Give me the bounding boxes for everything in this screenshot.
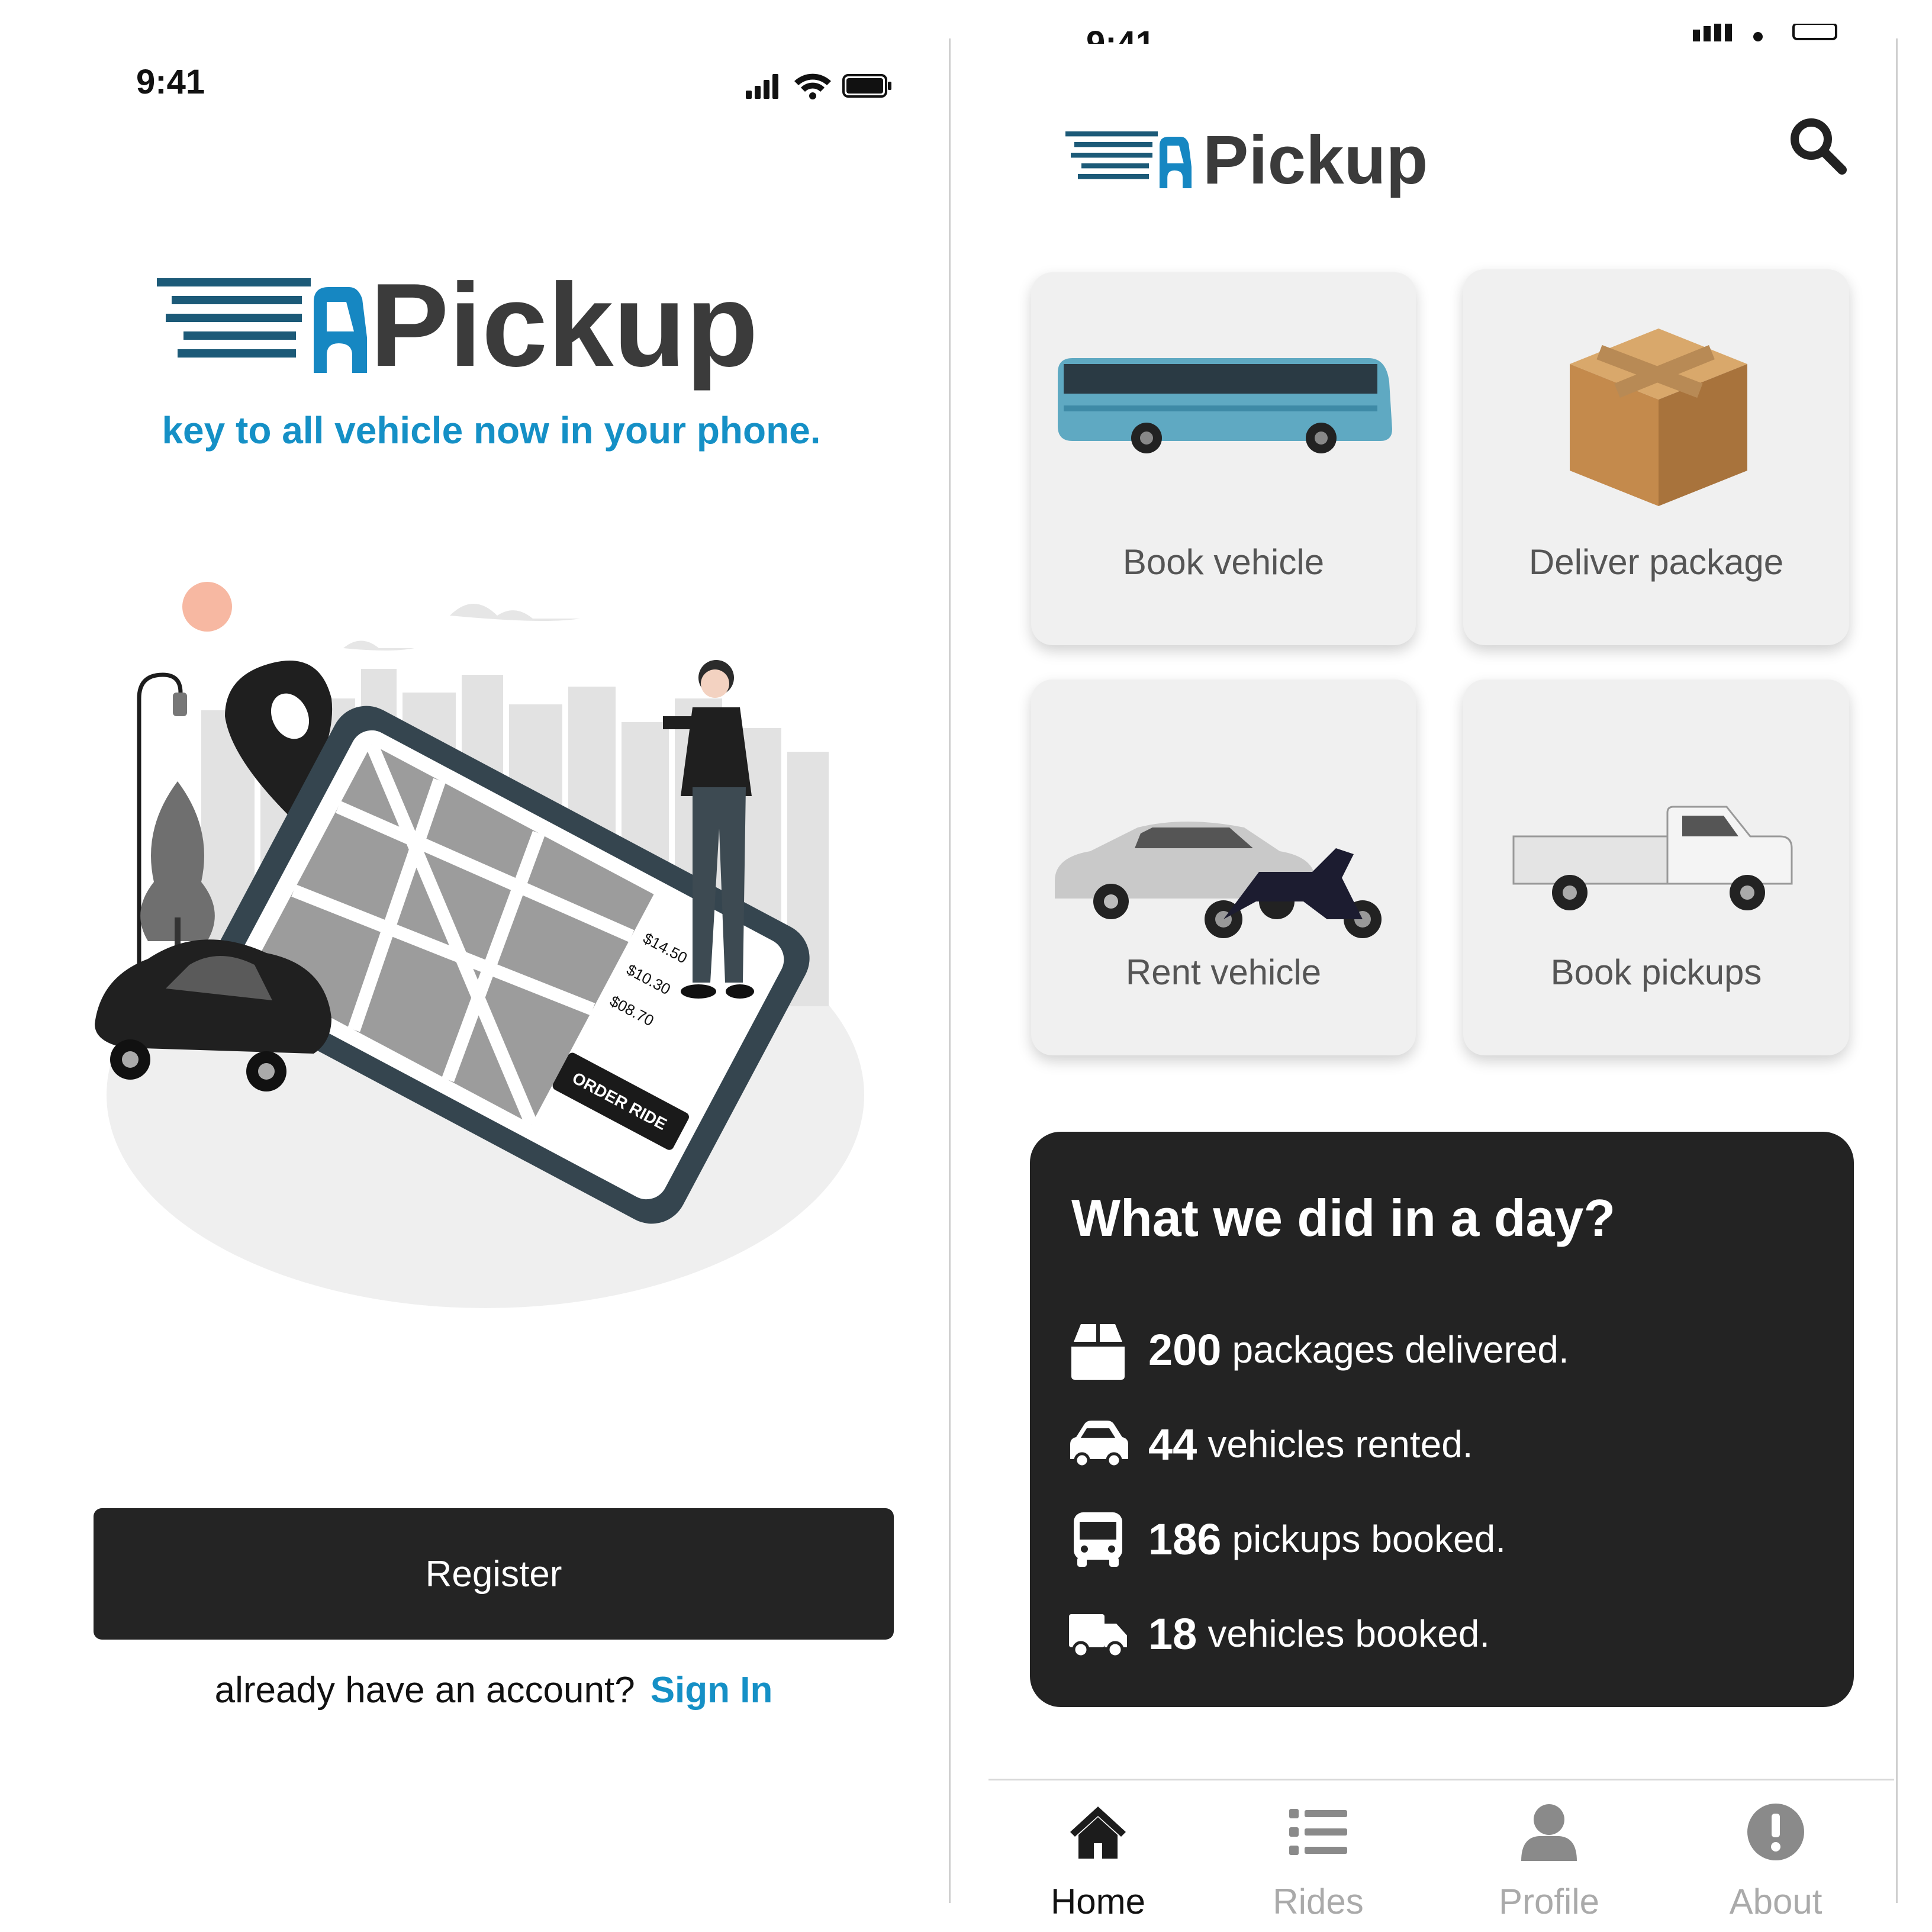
info-icon: [1747, 1804, 1804, 1860]
service-card-deliver-package[interactable]: Deliver package: [1463, 269, 1849, 645]
stat-row-booked: 18 vehicles booked.: [1065, 1598, 1490, 1669]
stat-text: vehicles rented.: [1208, 1423, 1473, 1466]
stat-text: packages delivered.: [1232, 1328, 1569, 1371]
service-card-label: Deliver package: [1528, 542, 1784, 582]
stat-row-packages: 200 packages delivered.: [1065, 1314, 1569, 1385]
search-icon[interactable]: [1788, 115, 1847, 175]
stat-value: 186: [1148, 1514, 1222, 1564]
pickup-truck-image: [1512, 806, 1793, 910]
status-time: 9:41: [136, 63, 205, 101]
ride-booking-illustration: $14.50 $10.30 $08.70 ORDER RIDE: [95, 582, 864, 1308]
service-card-book-vehicle[interactable]: Book vehicle: [1031, 272, 1416, 645]
stat-row-rented: 44 vehicles rented.: [1065, 1409, 1473, 1480]
account-prompt-text: already have an account?: [214, 1670, 635, 1711]
service-card-rent-vehicle[interactable]: Rent vehicle: [1031, 680, 1416, 1055]
sign-in-link[interactable]: Sign In: [651, 1670, 773, 1711]
stat-value: 44: [1148, 1419, 1197, 1469]
box-icon: [1071, 1324, 1125, 1380]
screen-edge: [1896, 38, 1898, 1903]
sun-icon: [182, 582, 232, 632]
tab-label: About: [1729, 1882, 1822, 1918]
service-card-label: Rent vehicle: [1125, 952, 1322, 992]
tab-bar-divider: [988, 1779, 1894, 1780]
welcome-screen: 9:41 Pickup key to all vehicle now in yo…: [0, 0, 947, 1932]
service-card-book-pickups[interactable]: Book pickups: [1463, 680, 1849, 1055]
pickup-logo-small: Pickup: [1048, 118, 1428, 201]
truck-icon: [1069, 1614, 1127, 1659]
wifi-icon: [794, 73, 831, 99]
pickup-logo: Pickup: [154, 260, 805, 402]
stat-value: 18: [1148, 1609, 1197, 1659]
stat-value: 200: [1148, 1325, 1222, 1374]
stat-text: vehicles booked.: [1208, 1612, 1490, 1655]
tagline: key to all vehicle now in your phone.: [162, 409, 821, 452]
signal-icon: [746, 74, 778, 99]
logo-text: Pickup: [370, 259, 758, 391]
user-icon: [1521, 1804, 1577, 1861]
daily-stats-panel: What we did in a day? 200 packages deliv…: [1030, 1132, 1854, 1707]
status-time-clipped: 9:41: [1086, 24, 1155, 44]
logo-truck-mark: [1065, 131, 1192, 188]
home-icon: [1070, 1807, 1126, 1859]
tab-label: Home: [1050, 1882, 1146, 1918]
tab-label: Profile: [1498, 1882, 1600, 1918]
register-button[interactable]: Register: [94, 1508, 894, 1640]
tab-home[interactable]: Home: [1021, 1799, 1175, 1918]
tab-profile[interactable]: Profile: [1472, 1799, 1626, 1918]
stats-title: What we did in a day?: [1071, 1189, 1616, 1247]
status-bar-icons: [746, 73, 891, 99]
tab-rides[interactable]: Rides: [1241, 1799, 1395, 1918]
car-icon: [1070, 1421, 1128, 1469]
bus-image: [1058, 358, 1392, 453]
service-card-label: Book vehicle: [1122, 542, 1325, 582]
logo-text: Pickup: [1203, 121, 1428, 198]
list-icon: [1289, 1809, 1347, 1855]
stat-row-pickups: 186 pickups booked.: [1065, 1503, 1506, 1574]
battery-icon: [842, 74, 891, 98]
car-and-motorbike-image: [1055, 822, 1382, 938]
bus-icon: [1074, 1512, 1122, 1567]
package-box-image: [1570, 329, 1747, 506]
status-bar-icons-clipped: [1693, 24, 1837, 41]
logo-truck-mark: [157, 278, 367, 373]
stat-text: pickups booked.: [1232, 1518, 1506, 1560]
tab-about[interactable]: About: [1699, 1799, 1853, 1918]
tab-label: Rides: [1273, 1882, 1364, 1918]
service-card-label: Book pickups: [1550, 952, 1762, 992]
screen-divider: [949, 38, 951, 1903]
signin-prompt-row: already have an account? Sign In: [94, 1669, 894, 1711]
